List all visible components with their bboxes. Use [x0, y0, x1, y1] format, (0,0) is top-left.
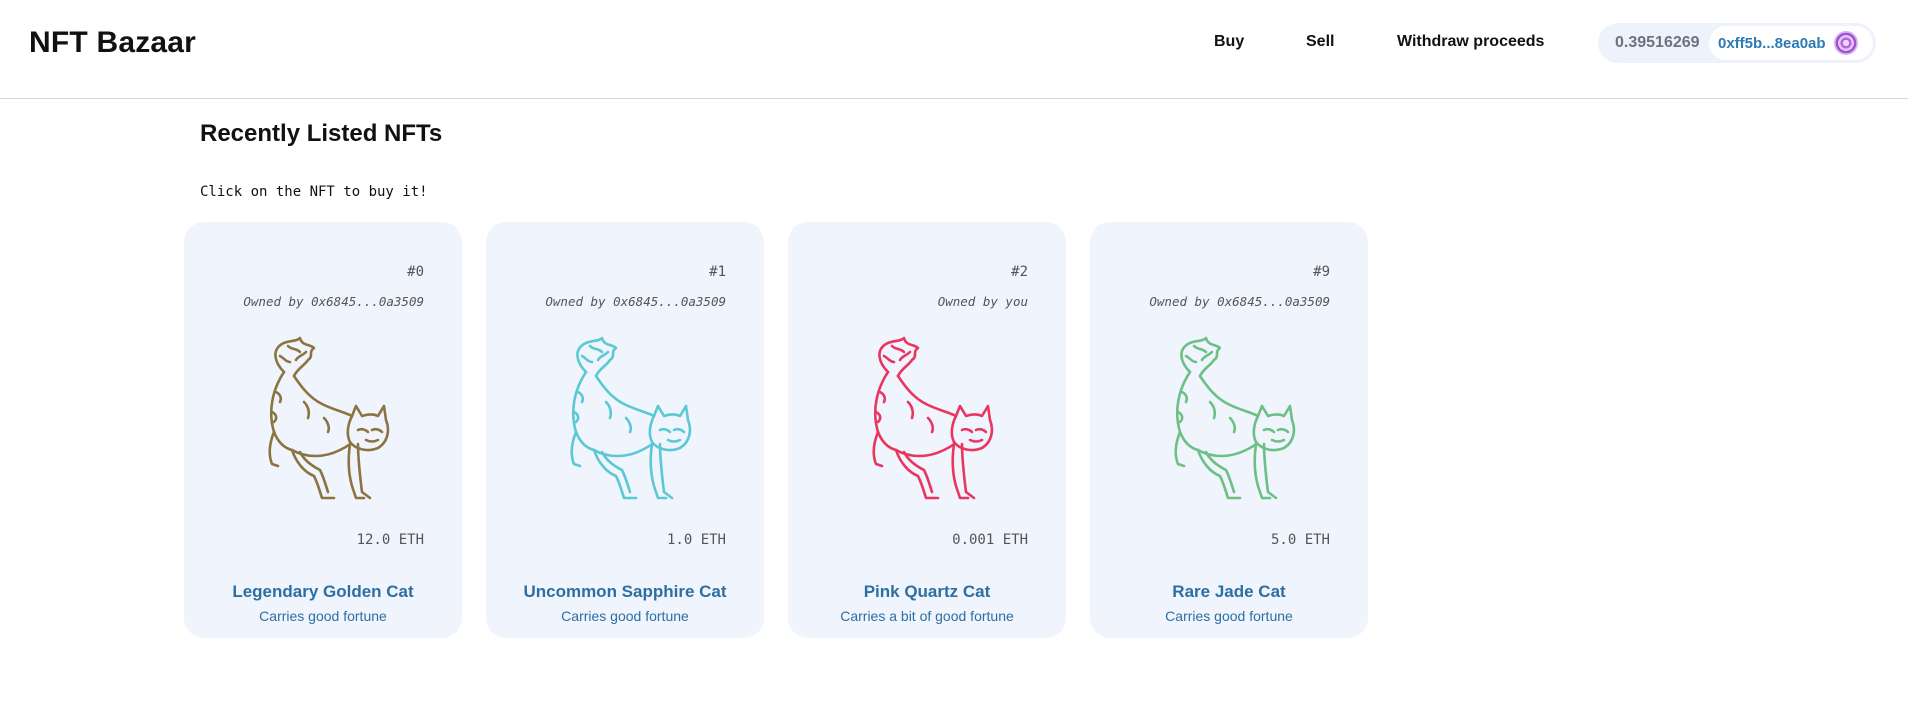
- page-hint: Click on the NFT to buy it!: [200, 184, 428, 200]
- nft-description: Carries good fortune: [1165, 608, 1293, 624]
- page-title: Recently Listed NFTs: [200, 120, 443, 147]
- nft-owner: Owned by you: [937, 294, 1028, 309]
- account-button[interactable]: 0xff5b...8ea0ab: [1709, 26, 1873, 60]
- nft-owner: Owned by 0x6845...0a3509: [243, 294, 424, 309]
- nft-price: 12.0 ETH: [356, 532, 424, 548]
- nft-name: Pink Quartz Cat: [863, 582, 991, 601]
- nft-name: Rare Jade Cat: [1172, 582, 1286, 601]
- top-navbar: NFT Bazaar Buy Sell Withdraw proceeds 0.…: [0, 0, 1908, 99]
- identicon-avatar-icon: [1833, 31, 1858, 55]
- nft-description: Carries good fortune: [561, 608, 689, 624]
- nft-price: 0.001 ETH: [952, 532, 1028, 548]
- nft-card[interactable]: #2 Owned by you 0.001 ETH Pink Quartz Ca…: [788, 222, 1066, 638]
- nft-owner: Owned by 0x6845...0a3509: [545, 294, 726, 309]
- nft-card[interactable]: #0 Owned by 0x6845...0a3509 12.0 ETH Leg…: [184, 222, 462, 638]
- nft-price: 5.0 ETH: [1270, 532, 1330, 548]
- cat-illustration-icon: [268, 336, 390, 500]
- nft-price: 1.0 ETH: [666, 532, 726, 548]
- nav-withdraw-link[interactable]: Withdraw proceeds: [1397, 33, 1544, 51]
- nft-token-id: #1: [709, 264, 726, 280]
- nft-name: Legendary Golden Cat: [232, 582, 414, 601]
- cat-illustration-icon: [1174, 336, 1296, 500]
- nft-token-id: #0: [407, 264, 424, 280]
- brand-logo[interactable]: NFT Bazaar: [29, 26, 196, 60]
- nav-sell-link[interactable]: Sell: [1306, 33, 1334, 51]
- nft-card[interactable]: #9 Owned by 0x6845...0a3509 5.0 ETH Rare…: [1090, 222, 1368, 638]
- wallet-widget[interactable]: 0.39516269 0xff5b...8ea0ab: [1598, 23, 1876, 63]
- nft-token-id: #2: [1011, 264, 1028, 280]
- wallet-address: 0xff5b...8ea0ab: [1718, 34, 1826, 52]
- nft-description: Carries good fortune: [259, 608, 387, 624]
- wallet-balance: 0.39516269: [1615, 34, 1700, 51]
- cat-illustration-icon: [570, 336, 692, 500]
- nav-buy-link[interactable]: Buy: [1214, 33, 1244, 51]
- nft-owner: Owned by 0x6845...0a3509: [1149, 294, 1330, 309]
- nft-card[interactable]: #1 Owned by 0x6845...0a3509 1.0 ETH Unco…: [486, 222, 764, 638]
- nft-name: Uncommon Sapphire Cat: [523, 582, 727, 601]
- cat-illustration-icon: [872, 336, 994, 500]
- nft-description: Carries a bit of good fortune: [840, 608, 1014, 624]
- nft-token-id: #9: [1313, 264, 1330, 280]
